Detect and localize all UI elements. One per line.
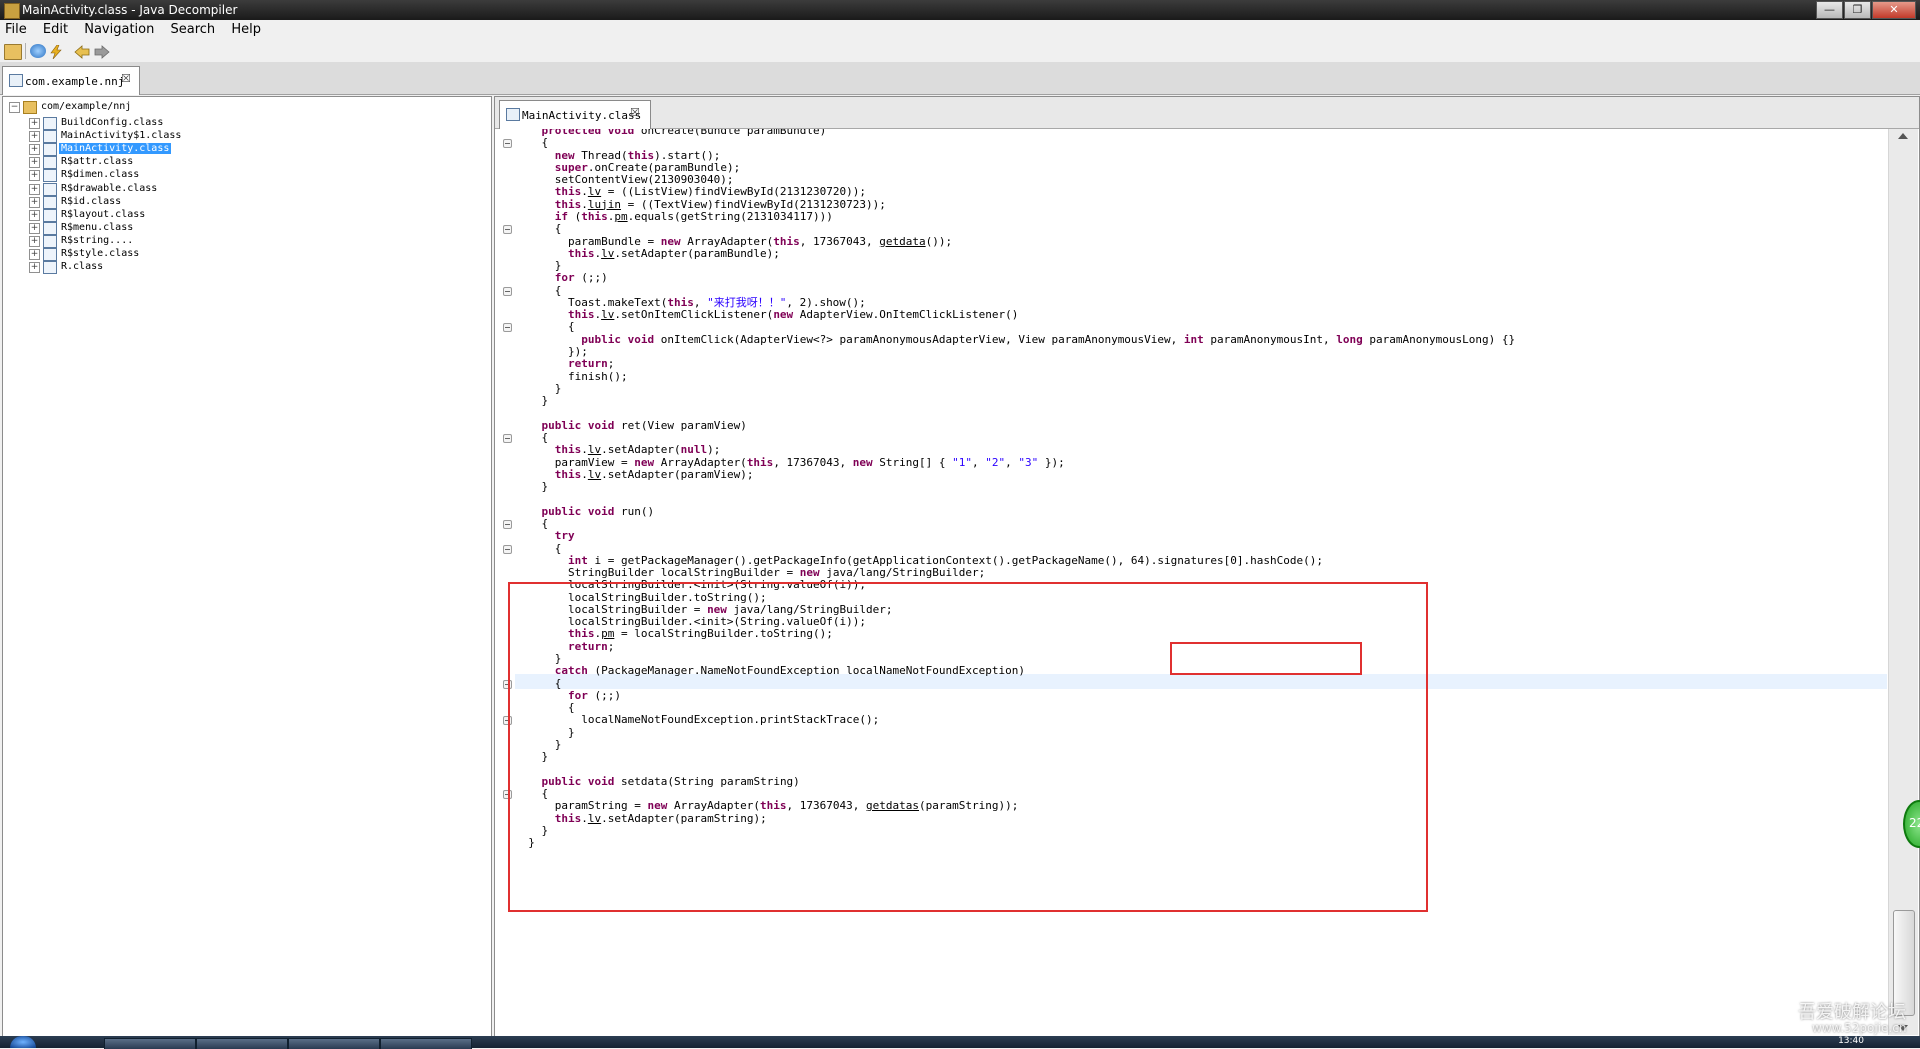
toolbar	[0, 40, 1920, 63]
class-file-icon	[43, 248, 57, 261]
code-line: }	[515, 480, 549, 494]
highlight-box-signature	[1170, 642, 1362, 675]
clock: 13:40	[1838, 1036, 1864, 1046]
class-file-icon	[43, 195, 57, 209]
class-file-icon	[43, 143, 57, 157]
package-tree: − com/example/nnj + BuildConfig.class + Mai…	[2, 96, 492, 1038]
vertical-scrollbar[interactable]	[1888, 129, 1918, 1035]
class-file-icon	[43, 169, 57, 183]
code-line: }	[515, 394, 549, 408]
class-file-icon	[43, 234, 57, 248]
fold-toggle-icon[interactable]	[503, 286, 512, 296]
class-file-icon	[43, 261, 57, 275]
window-title: MainActivity.class - Java Decompiler	[22, 3, 238, 17]
tree-root-label: com/example/nnj	[41, 101, 132, 112]
tree-item-label: R.class	[61, 261, 104, 273]
open-type-icon[interactable]	[30, 44, 46, 58]
forward-arrow-icon[interactable]	[94, 44, 110, 59]
class-file-icon	[43, 117, 57, 130]
class-file-icon	[43, 156, 57, 170]
jar-icon	[9, 74, 23, 87]
close-tab-icon[interactable]: ☒	[630, 106, 640, 119]
window-controls: — ❐ ✕	[1816, 1, 1916, 19]
tree-item-label: MainActivity.class	[59, 143, 172, 155]
tab-label: MainActivity.class	[522, 109, 642, 122]
watermark-url: www.52pojie.cn	[1812, 1021, 1907, 1035]
title-bar: MainActivity.class - Java Decompiler — ❐…	[0, 0, 1920, 20]
tree-item-label: BuildConfig.class	[61, 117, 164, 128]
class-file-icon	[43, 208, 57, 222]
toolbar-separator	[25, 43, 26, 59]
tree-item-label: R$layout.class	[61, 208, 146, 220]
expand-icon[interactable]: +	[29, 183, 40, 195]
tree-item-label: R$attr.class	[61, 156, 134, 168]
taskbar-button[interactable]	[380, 1038, 472, 1049]
tab-label: com.example.nnj	[25, 75, 125, 88]
app-icon	[4, 3, 20, 19]
open-file-icon[interactable]	[4, 44, 22, 60]
tree-item-label: MainActivity$1.class	[61, 130, 182, 142]
expand-icon[interactable]: +	[29, 196, 40, 208]
fold-toggle-icon[interactable]	[503, 323, 512, 333]
outer-tab-bar: com.example.nnj ☒	[0, 62, 1920, 95]
taskbar-button[interactable]	[196, 1038, 288, 1049]
code-line: if (this.pm.equals(getString(2131034117)…	[554, 209, 833, 223]
class-file-icon	[43, 182, 57, 196]
expand-icon[interactable]: +	[29, 131, 40, 143]
scroll-up-icon[interactable]	[1898, 133, 1908, 139]
tree-item-label: R$menu.class	[61, 221, 134, 233]
tab-mainactivity-class[interactable]: MainActivity.class ☒	[499, 100, 651, 129]
fold-toggle-icon[interactable]	[503, 139, 512, 149]
class-file-icon	[43, 221, 57, 235]
minimize-button[interactable]: —	[1816, 1, 1843, 19]
menu-help[interactable]: Help	[226, 20, 268, 37]
menu-bar: File Edit Navigation Search Help	[0, 20, 1920, 40]
taskbar-button[interactable]	[288, 1038, 380, 1049]
close-tab-icon[interactable]: ☒	[121, 72, 131, 85]
menu-edit[interactable]: Edit	[38, 20, 75, 37]
tree-item-label: R$style.class	[61, 248, 140, 259]
code-line: this.lv.setAdapter(paramView);	[554, 467, 754, 481]
expand-icon[interactable]: +	[29, 209, 40, 221]
class-file-icon	[43, 130, 57, 144]
code-line: public void onItemClick(AdapterView<?> p…	[581, 332, 1516, 346]
menu-file[interactable]: File	[0, 20, 34, 37]
menu-navigation[interactable]: Navigation	[79, 20, 161, 37]
package-folder-icon	[23, 101, 37, 114]
class-file-icon	[506, 108, 520, 121]
tab-com-example-nnj[interactable]: com.example.nnj ☒	[2, 66, 140, 95]
back-arrow-icon[interactable]	[74, 44, 90, 59]
editor-tab-bar: MainActivity.class ☒	[495, 97, 1919, 129]
fold-toggle-icon[interactable]	[503, 225, 512, 235]
collapse-icon[interactable]: −	[9, 102, 20, 113]
expand-icon[interactable]: +	[29, 262, 40, 274]
close-button[interactable]: ✕	[1872, 1, 1916, 19]
fold-toggle-icon[interactable]	[503, 434, 512, 443]
expand-icon[interactable]: +	[29, 157, 40, 169]
code-line: this.lv.setOnItemClickListener(new Adapt…	[567, 308, 1019, 322]
expand-icon[interactable]: +	[29, 118, 40, 129]
expand-icon[interactable]: +	[29, 249, 40, 260]
tree-item-label: R$string....	[61, 234, 134, 246]
referenced-flash-icon[interactable]	[48, 44, 64, 60]
fold-toggle-icon[interactable]	[503, 544, 512, 554]
start-button[interactable]	[10, 1036, 36, 1048]
taskbar-button[interactable]	[104, 1038, 196, 1049]
code-line: protected void onCreate(Bundle paramBund…	[541, 129, 827, 137]
maximize-button[interactable]: ❐	[1844, 1, 1871, 19]
tree-item-label: R$dimen.class	[61, 169, 140, 181]
menu-search[interactable]: Search	[166, 20, 223, 37]
fold-toggle-icon[interactable]	[503, 519, 512, 529]
tree-item-label: R$drawable.class	[61, 182, 158, 194]
highlight-box-run-method	[508, 582, 1428, 912]
expand-icon[interactable]: +	[29, 144, 40, 156]
expand-icon[interactable]: +	[29, 170, 40, 182]
tree-item-label: R$id.class	[61, 195, 122, 207]
code-line: public void ret(View paramView)	[541, 418, 747, 432]
expand-icon[interactable]: +	[29, 235, 40, 247]
taskbar: 13:40	[0, 1036, 1920, 1049]
expand-icon[interactable]: +	[29, 222, 40, 234]
